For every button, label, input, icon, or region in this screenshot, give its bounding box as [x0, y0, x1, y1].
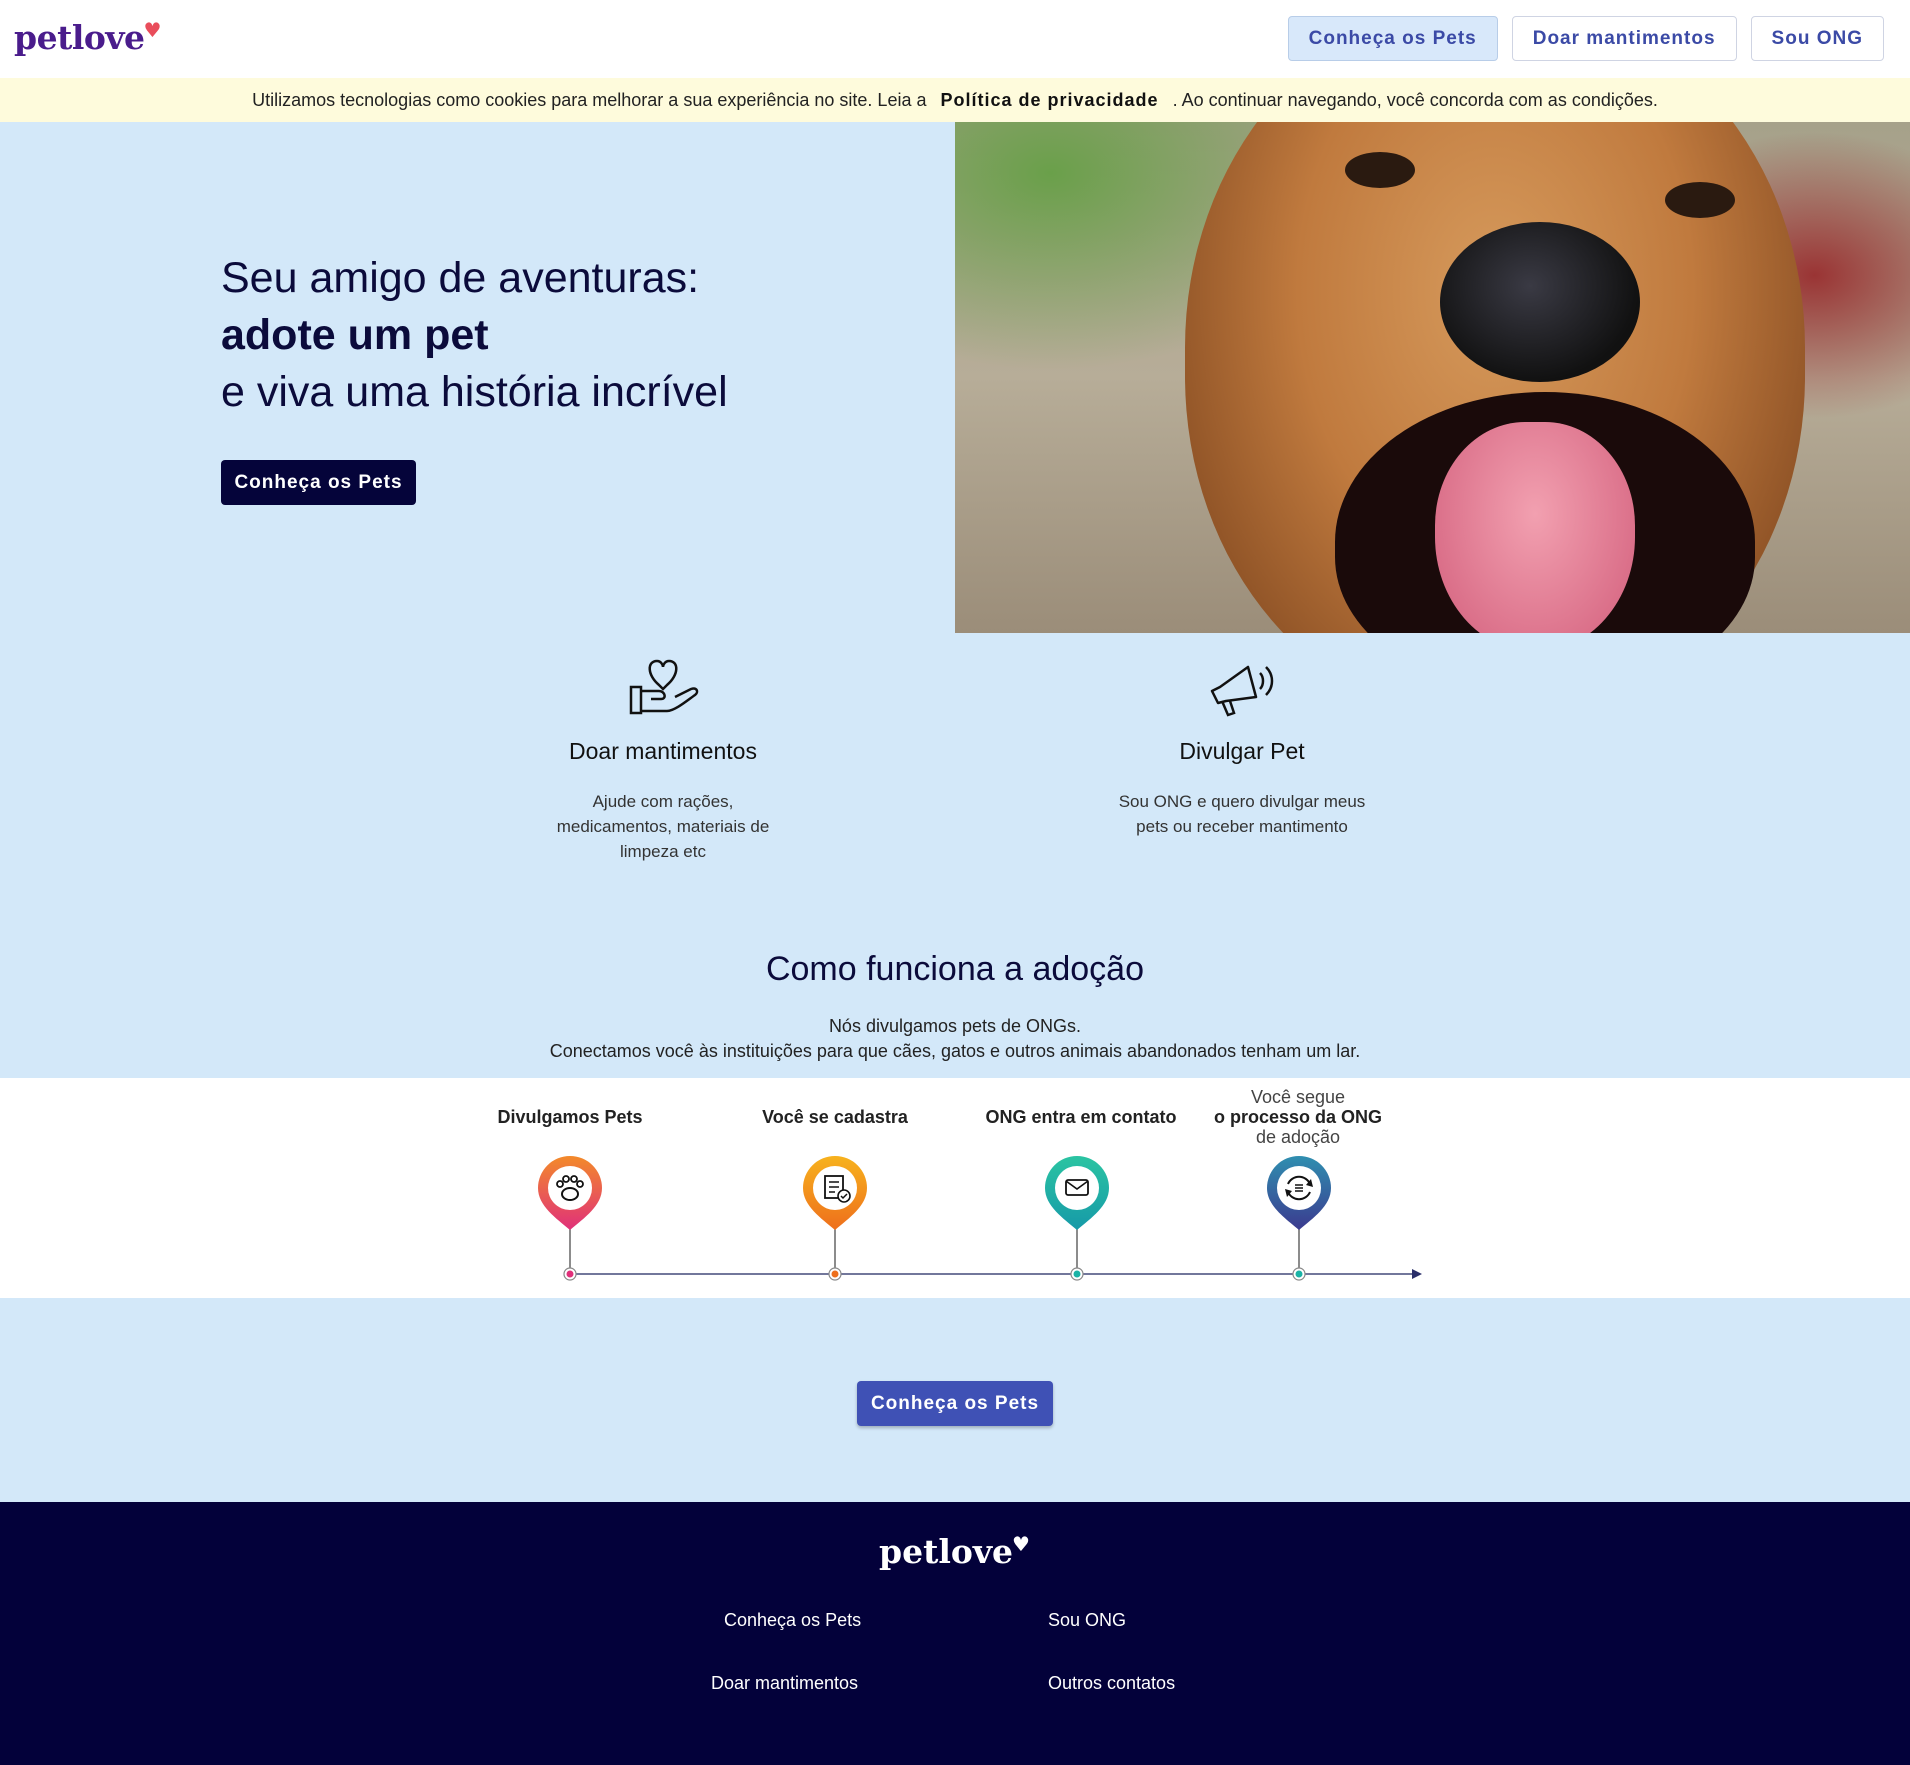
feature-doar-mantimentos[interactable]: Doar mantimentos Ajude com rações, medic…	[533, 655, 793, 864]
how-desc-line-1: Nós divulgamos pets de ONGs.	[828, 1016, 1082, 1036]
footer-link-doar-mantimentos[interactable]: Doar mantimentos	[711, 1673, 858, 1694]
timeline-marker-1	[538, 1156, 602, 1281]
feature-description: Ajude com rações, medicamentos, materiai…	[556, 792, 770, 861]
site-footer: petlove♥ Conheça os Pets Sou ONG Doar ma…	[0, 1502, 1910, 1765]
hero-conheca-os-pets-button[interactable]: Conheça os Pets	[221, 460, 416, 505]
adoption-timeline: Divulgamos Pets Você se cadastra ONG ent…	[0, 1078, 1910, 1298]
cookie-text-after: . Ao continuar navegando, você concorda …	[1172, 89, 1658, 110]
nav-sou-ong-button[interactable]: Sou ONG	[1750, 16, 1884, 61]
timeline-arrow-icon	[1412, 1269, 1422, 1279]
hand-heart-icon	[629, 659, 699, 715]
petlove-logo[interactable]: petlove♥	[14, 18, 162, 57]
heart-icon: ♥	[1012, 1532, 1030, 1556]
privacy-policy-link[interactable]: Política de privacidade	[940, 90, 1158, 111]
hero-line-1: Seu amigo de aventuras:	[221, 254, 700, 302]
hero-line-2: adote um pet	[221, 311, 489, 359]
footer-petlove-logo[interactable]: petlove♥	[0, 1532, 1910, 1571]
footer-link-outros-contatos[interactable]: Outros contatos	[1048, 1673, 1175, 1694]
cta-conheca-os-pets-button[interactable]: Conheça os Pets	[857, 1381, 1053, 1426]
how-it-works-description: Nós divulgamos pets de ONGs. Conectamos …	[0, 1014, 1910, 1064]
feature-title: Doar mantimentos	[569, 738, 757, 764]
how-desc-line-2: Conectamos você às instituições para que…	[549, 1041, 1361, 1061]
hero-dog-image	[955, 122, 1910, 633]
top-nav: Conheça os Pets Doar mantimentos Sou ONG	[1287, 16, 1884, 61]
heart-icon: ♥	[143, 18, 162, 42]
dog-eye-right	[1665, 182, 1735, 218]
megaphone-icon	[1210, 665, 1274, 717]
nav-doar-mantimentos-button[interactable]: Doar mantimentos	[1511, 16, 1737, 61]
cookie-banner: Utilizamos tecnologias como cookies para…	[0, 78, 1910, 122]
timeline-marker-4	[1267, 1156, 1331, 1281]
feature-divulgar-pet[interactable]: Divulgar Pet Sou ONG e quero divulgar me…	[1112, 655, 1372, 839]
hero-line-3: e viva uma história incrível	[221, 368, 728, 416]
footer-link-conheca-os-pets[interactable]: Conheça os Pets	[724, 1610, 861, 1631]
dog-nose	[1440, 222, 1640, 382]
cookie-text-before: Utilizamos tecnologias como cookies para…	[252, 89, 927, 110]
timeline-marker-2	[803, 1156, 867, 1281]
feature-title: Divulgar Pet	[1179, 738, 1305, 764]
hero-headline: Seu amigo de aventuras: adote um pet e v…	[221, 250, 921, 421]
timeline-graphic	[538, 1156, 1422, 1281]
feature-description: Sou ONG e quero divulgar meus pets ou re…	[1118, 792, 1366, 836]
footer-link-sou-ong[interactable]: Sou ONG	[1048, 1610, 1126, 1631]
dog-eye-left	[1345, 152, 1415, 188]
timeline-marker-3	[1045, 1156, 1109, 1281]
nav-conheca-os-pets-button[interactable]: Conheça os Pets	[1287, 16, 1498, 61]
how-it-works-title: Como funciona a adoção	[765, 950, 1145, 988]
dog-tongue	[1435, 422, 1635, 633]
site-header: petlove♥ Conheça os Pets Doar mantimento…	[0, 0, 1910, 78]
